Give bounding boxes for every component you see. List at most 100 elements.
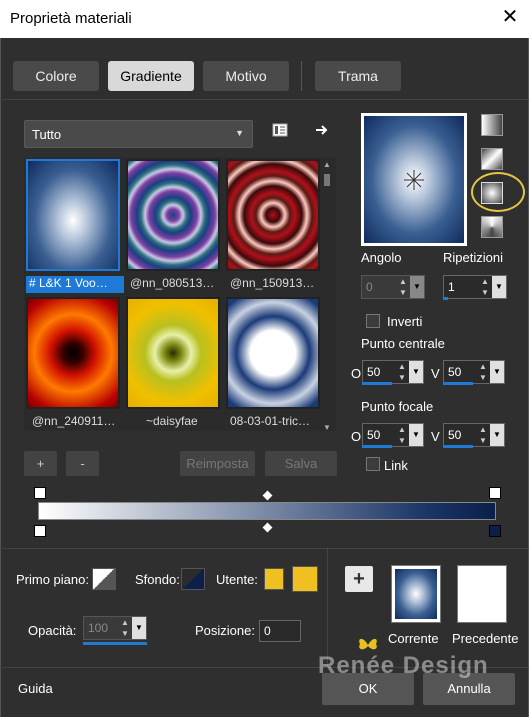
repeats-label: Ripetizioni bbox=[443, 250, 503, 265]
add-to-swatches-button[interactable]: + bbox=[345, 566, 373, 592]
gallery-item[interactable] bbox=[126, 297, 220, 413]
chevron-down-icon[interactable]: ▼ bbox=[409, 361, 423, 383]
tab-trama[interactable]: Trama bbox=[315, 61, 401, 91]
focal-v-spinner[interactable]: 50 ▲ ▼ ▼ bbox=[443, 423, 505, 447]
category-dropdown[interactable]: Tutto ▼ bbox=[24, 120, 253, 148]
butterfly-icon bbox=[357, 636, 379, 654]
tab-colore[interactable]: Colore bbox=[13, 61, 99, 91]
vertical-divider bbox=[327, 549, 328, 667]
tab-separator bbox=[301, 61, 302, 91]
chevron-down-icon[interactable]: ▼ bbox=[132, 617, 146, 639]
gradient-thumbnail bbox=[126, 297, 220, 409]
gradient-thumbnail bbox=[26, 297, 120, 409]
scroll-up-icon[interactable]: ▲ bbox=[323, 160, 331, 169]
window-title: Proprietà materiali bbox=[10, 10, 132, 27]
gallery-scrollbar[interactable]: ▲ ▼ bbox=[321, 160, 333, 432]
remove-gradient-button[interactable]: - bbox=[66, 451, 99, 476]
gallery-item[interactable] bbox=[126, 159, 220, 275]
center-h-prefix: O bbox=[351, 366, 362, 381]
angle-spinner[interactable]: 0 ▲ ▼ ▼ bbox=[361, 275, 425, 299]
title-bar: Proprietà materiali ✕ bbox=[0, 0, 529, 38]
link-label: Link bbox=[384, 458, 408, 473]
reset-button[interactable]: Reimposta bbox=[180, 451, 255, 476]
gradient-thumbnail bbox=[226, 297, 320, 409]
save-button[interactable]: Salva bbox=[265, 451, 337, 476]
spinner-arrows-icon[interactable]: ▲ ▼ bbox=[396, 276, 410, 298]
gallery-caption: @nn_150913… bbox=[230, 276, 315, 290]
angle-value: 0 bbox=[366, 280, 373, 294]
opacity-label: Opacità: bbox=[28, 623, 77, 638]
gallery-item[interactable] bbox=[26, 297, 120, 413]
gallery-item[interactable] bbox=[26, 159, 120, 275]
rectangular-style-icon[interactable] bbox=[481, 148, 503, 170]
chevron-down-icon[interactable]: ▼ bbox=[492, 276, 506, 298]
center-point-icon[interactable] bbox=[402, 168, 426, 192]
gradient-thumbnail bbox=[26, 159, 120, 271]
invert-checkbox[interactable] bbox=[366, 314, 380, 328]
center-h-spinner[interactable]: 50 ▲ ▼ ▼ bbox=[362, 360, 424, 384]
focal-h-level-bar bbox=[362, 445, 392, 448]
chevron-down-icon[interactable]: ▼ bbox=[490, 424, 504, 446]
spinner-arrows-icon[interactable]: ▲ ▼ bbox=[118, 617, 132, 639]
user-label: Utente: bbox=[216, 572, 258, 587]
gallery-item[interactable] bbox=[226, 159, 320, 275]
gallery-item[interactable] bbox=[226, 297, 320, 413]
chevron-down-icon[interactable]: ▼ bbox=[490, 361, 504, 383]
chevron-down-icon[interactable]: ▼ bbox=[410, 276, 424, 298]
foreground-swatch[interactable] bbox=[92, 568, 116, 590]
spinner-arrows-icon[interactable]: ▲ ▼ bbox=[395, 361, 409, 383]
foreground-label: Primo piano: bbox=[16, 572, 89, 587]
position-value: 0 bbox=[264, 624, 271, 638]
watermark-logo: Renée Design bbox=[318, 652, 489, 679]
gallery-caption: 08-03-01-tric… bbox=[230, 414, 311, 428]
arrow-right-icon[interactable] bbox=[314, 123, 330, 137]
focal-h-value: 50 bbox=[367, 428, 381, 442]
focal-v-level-bar bbox=[443, 445, 473, 448]
user-swatch[interactable] bbox=[292, 566, 318, 592]
bottom-left-stop-marker[interactable] bbox=[34, 525, 46, 537]
link-checkbox[interactable] bbox=[366, 457, 380, 471]
close-button[interactable]: ✕ bbox=[499, 7, 521, 29]
position-label: Posizione: bbox=[195, 623, 255, 638]
top-left-stop-marker[interactable] bbox=[34, 487, 46, 499]
previous-swatch[interactable] bbox=[457, 565, 507, 623]
spinner-arrows-icon[interactable]: ▲ ▼ bbox=[476, 361, 490, 383]
help-link[interactable]: Guida bbox=[18, 681, 53, 696]
center-v-level-bar bbox=[443, 382, 473, 385]
library-icon[interactable] bbox=[272, 123, 288, 137]
top-right-stop-marker[interactable] bbox=[489, 487, 501, 499]
user-swatch-small[interactable] bbox=[264, 568, 284, 590]
linear-style-icon[interactable] bbox=[481, 114, 503, 136]
current-swatch[interactable] bbox=[391, 565, 441, 623]
bottom-right-stop-marker[interactable] bbox=[489, 525, 501, 537]
focal-v-prefix: V bbox=[431, 429, 440, 444]
center-v-spinner[interactable]: 50 ▲ ▼ ▼ bbox=[443, 360, 505, 384]
scroll-down-icon[interactable]: ▼ bbox=[323, 423, 331, 432]
background-swatch[interactable] bbox=[181, 568, 205, 590]
focal-h-spinner[interactable]: 50 ▲ ▼ ▼ bbox=[362, 423, 424, 447]
tab-gradiente[interactable]: Gradiente bbox=[108, 61, 194, 91]
gallery-caption: @nn_240911… bbox=[32, 414, 116, 428]
focal-point-label: Punto focale bbox=[361, 399, 434, 414]
gradient-editor-bar[interactable] bbox=[38, 502, 496, 520]
chevron-down-icon[interactable]: ▼ bbox=[409, 424, 423, 446]
tab-motivo[interactable]: Motivo bbox=[203, 61, 289, 91]
opacity-spinner[interactable]: 100 ▲ ▼ ▼ bbox=[83, 616, 147, 640]
spinner-arrows-icon[interactable]: ▲ ▼ bbox=[478, 276, 492, 298]
gradient-preview[interactable] bbox=[361, 113, 467, 246]
center-point-label: Punto centrale bbox=[361, 336, 445, 351]
scroll-thumb[interactable] bbox=[324, 174, 330, 186]
add-gradient-button[interactable]: + bbox=[24, 451, 57, 476]
previous-label: Precedente bbox=[452, 631, 519, 646]
gradient-gallery bbox=[24, 157, 336, 431]
background-label: Sfondo: bbox=[135, 572, 180, 587]
spinner-arrows-icon[interactable]: ▲ ▼ bbox=[476, 424, 490, 446]
spinner-arrows-icon[interactable]: ▲ ▼ bbox=[395, 424, 409, 446]
focal-v-value: 50 bbox=[448, 428, 462, 442]
repeats-spinner[interactable]: 1 ▲ ▼ ▼ bbox=[443, 275, 507, 299]
position-field[interactable]: 0 bbox=[259, 620, 301, 642]
tab-divider bbox=[0, 99, 529, 100]
gradient-thumbnail bbox=[126, 159, 220, 271]
opacity-level-bar bbox=[83, 642, 147, 645]
sunburst-style-icon[interactable] bbox=[481, 216, 503, 238]
